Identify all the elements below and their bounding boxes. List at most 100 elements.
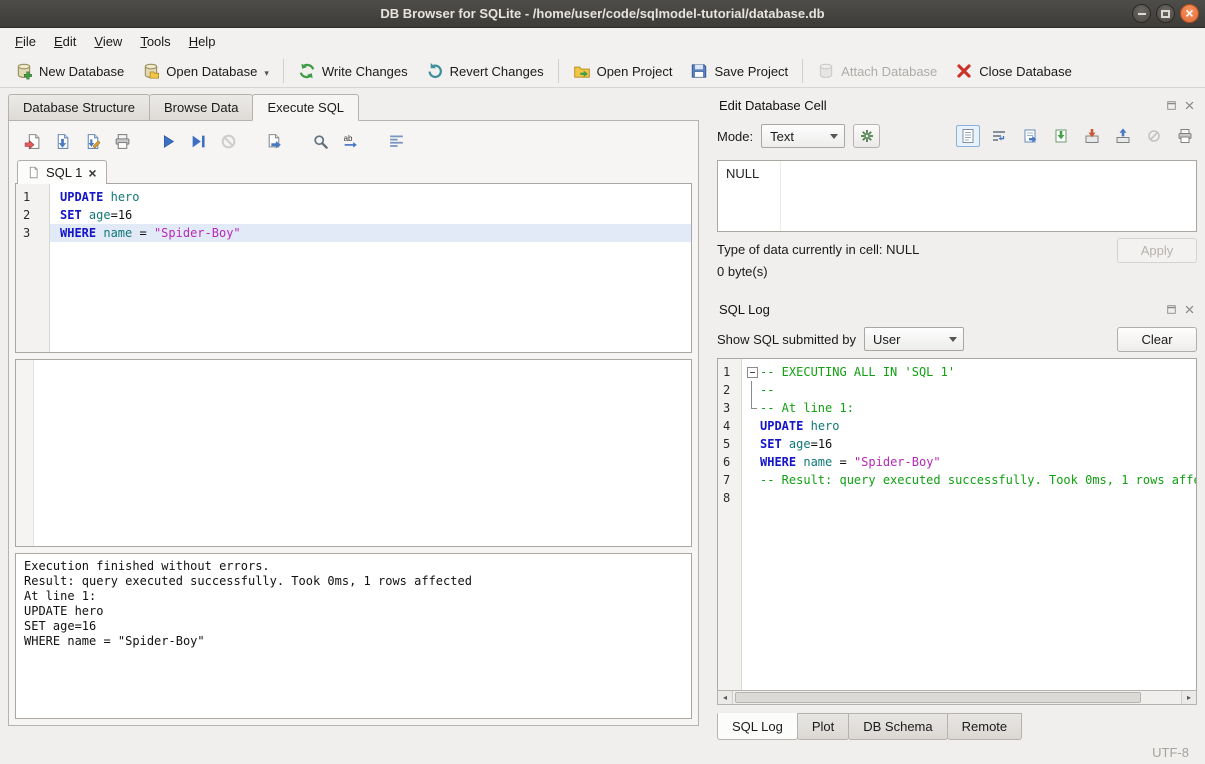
open-project-label: Open Project — [597, 64, 673, 79]
print-cell-button[interactable] — [1173, 125, 1197, 147]
cell-info: Type of data currently in cell: NULL 0 b… — [717, 232, 1197, 288]
content: Database StructureBrowse DataExecute SQL… — [0, 88, 1205, 740]
revert-changes-button[interactable]: Revert Changes — [417, 58, 553, 84]
minimize-button[interactable] — [1132, 4, 1151, 23]
null-icon — [1146, 128, 1162, 144]
page-open-icon — [1022, 128, 1038, 144]
new-database-button[interactable]: New Database — [6, 58, 133, 84]
mode-select[interactable]: Text — [761, 124, 845, 148]
open-project-button[interactable]: Open Project — [564, 58, 682, 84]
open-database-button[interactable]: Open Database▾ — [133, 58, 278, 84]
fold-box-marker[interactable] — [744, 363, 760, 381]
close-database-button[interactable]: Close Database — [946, 58, 1081, 84]
log-filter-label: Show SQL submitted by — [717, 332, 856, 347]
window-title: DB Browser for SQLite - /home/user/code/… — [0, 6, 1205, 21]
open-sql-file-button[interactable] — [19, 128, 45, 154]
close-database-icon — [955, 62, 973, 80]
save-project-label: Save Project — [714, 64, 788, 79]
revert-changes-icon — [426, 62, 444, 80]
line-number: 1 — [718, 363, 741, 381]
save-project-button[interactable]: Save Project — [681, 58, 797, 84]
results-gutter — [16, 360, 34, 546]
dock-tab-db-schema[interactable]: DB Schema — [848, 713, 947, 740]
code-line: UPDATE hero — [50, 188, 691, 206]
log-hscrollbar[interactable]: ◂ ▸ — [717, 690, 1197, 705]
log-controls: Show SQL submitted by User Clear — [717, 320, 1197, 358]
scroll-left-icon[interactable]: ◂ — [718, 691, 733, 704]
auto-format-button[interactable] — [383, 128, 409, 154]
export-data-button[interactable] — [1111, 125, 1135, 147]
attach-database-button: Attach Database — [808, 58, 946, 84]
execute-current-line-button[interactable] — [185, 128, 211, 154]
execute-line-icon — [190, 133, 207, 150]
scrollbar-thumb[interactable] — [735, 692, 1141, 703]
fold-spacer — [744, 417, 760, 435]
titlebar[interactable]: DB Browser for SQLite - /home/user/code/… — [0, 0, 1205, 28]
edit-cell-title: Edit Database Cell — [719, 98, 827, 113]
save-file-button[interactable] — [1049, 125, 1073, 147]
dock-tab-sql-log[interactable]: SQL Log — [717, 713, 798, 740]
sql-log-view[interactable]: 12345678 -- EXECUTING ALL IN 'SQL 1'----… — [717, 358, 1197, 691]
line-number: 8 — [718, 489, 741, 507]
menu-edit[interactable]: Edit — [45, 30, 85, 53]
write-changes-button[interactable]: Write Changes — [289, 58, 417, 84]
cell-mode-row: Mode: Text — [717, 116, 1197, 156]
minimize-icon — [1138, 13, 1146, 15]
find-button[interactable] — [307, 128, 333, 154]
maximize-button[interactable] — [1156, 4, 1175, 23]
save-sql-file-as-button[interactable] — [79, 128, 105, 154]
auto-mode-button[interactable] — [853, 124, 880, 148]
sql-editor[interactable]: 123 UPDATE heroSET age=16WHERE name = "S… — [15, 183, 692, 353]
fold-pipe-marker — [744, 381, 760, 399]
undock-icon[interactable] — [1166, 304, 1177, 315]
find-replace-button[interactable] — [337, 128, 363, 154]
word-wrap-button[interactable] — [987, 125, 1011, 147]
scroll-right-icon[interactable]: ▸ — [1181, 691, 1196, 704]
dock-tabs: SQL LogPlotDB SchemaRemote — [717, 713, 1197, 740]
line-number: 2 — [16, 206, 49, 224]
line-number: 3 — [16, 224, 49, 242]
code-line: -- Result: query executed successfully. … — [742, 471, 1196, 489]
close-dock-icon[interactable] — [1184, 100, 1195, 111]
menu-view[interactable]: View — [85, 30, 131, 53]
menu-help[interactable]: Help — [180, 30, 225, 53]
execution-output[interactable]: Execution finished without errors.Result… — [15, 553, 692, 719]
code-text: SET age=16 — [60, 206, 132, 224]
text-mode-button[interactable] — [956, 125, 980, 147]
clear-log-button[interactable]: Clear — [1117, 327, 1197, 352]
tab-sql-1[interactable]: SQL 1 × — [17, 160, 107, 184]
dock-controls — [1166, 304, 1195, 315]
save-project-icon — [690, 62, 708, 80]
open-file-button[interactable] — [1018, 125, 1042, 147]
fold-spacer — [744, 471, 760, 489]
tab-browse-data[interactable]: Browse Data — [149, 94, 253, 121]
dropdown-arrow-icon: ▾ — [264, 68, 269, 80]
tab-execute-sql[interactable]: Execute SQL — [252, 94, 359, 121]
close-window-button[interactable]: × — [1180, 4, 1199, 23]
menu-file[interactable]: File — [6, 30, 45, 53]
sql-log-title: SQL Log — [719, 302, 770, 317]
code-text: WHERE name = "Spider-Boy" — [60, 224, 241, 242]
close-tab-icon[interactable]: × — [88, 166, 96, 180]
results-grid[interactable] — [15, 359, 692, 547]
dock-tab-plot[interactable]: Plot — [797, 713, 849, 740]
tab-database-structure[interactable]: Database Structure — [8, 94, 150, 121]
line-number: 7 — [718, 471, 741, 489]
cell-editor[interactable]: NULL — [717, 160, 1197, 232]
export-results-button[interactable] — [261, 128, 287, 154]
output-line: Execution finished without errors. — [24, 559, 683, 574]
import-data-button[interactable] — [1080, 125, 1104, 147]
code-text: UPDATE hero — [60, 188, 140, 206]
execute-sql-pane: SQL 1 × 123 UPDATE heroSET age=16WHERE n… — [8, 120, 699, 726]
close-dock-icon[interactable] — [1184, 304, 1195, 315]
line-number: 3 — [718, 399, 741, 417]
save-sql-file-button[interactable] — [49, 128, 75, 154]
undock-icon[interactable] — [1166, 100, 1177, 111]
execute-all-button[interactable] — [155, 128, 181, 154]
print-sql-button[interactable] — [109, 128, 135, 154]
dock-tab-remote[interactable]: Remote — [947, 713, 1023, 740]
fold-spacer — [744, 453, 760, 471]
log-filter-select[interactable]: User — [864, 327, 964, 351]
scrollbar-track[interactable] — [733, 691, 1181, 704]
menu-tools[interactable]: Tools — [131, 30, 179, 53]
